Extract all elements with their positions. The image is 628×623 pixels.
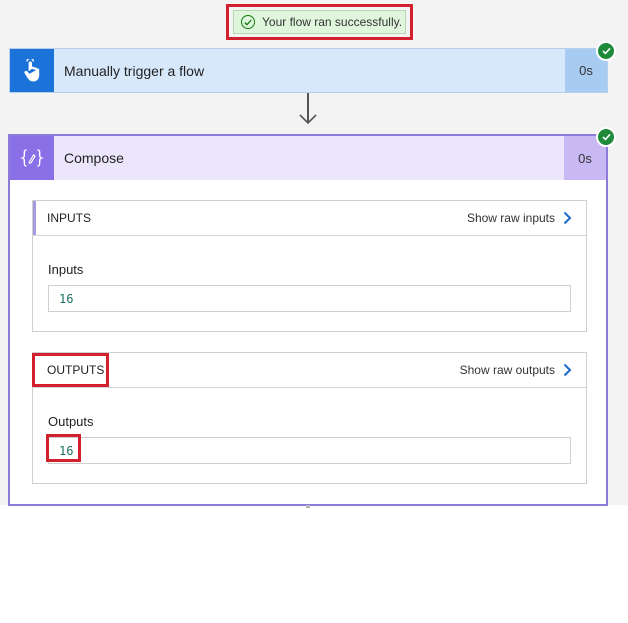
trigger-step-title: Manually trigger a flow xyxy=(64,62,205,79)
run-success-banner: Your flow ran successfully. xyxy=(233,10,406,34)
outputs-value-highlight-box xyxy=(46,434,81,462)
outputs-section: OUTPUTS Show raw outputs Outputs 16 xyxy=(32,352,587,484)
outputs-header-highlight-box xyxy=(32,353,109,387)
inputs-header-label: INPUTS xyxy=(47,211,92,225)
outputs-value-box[interactable]: 16 xyxy=(48,437,571,464)
success-circle-check-icon xyxy=(241,15,255,29)
compose-success-check-icon xyxy=(596,127,616,147)
show-raw-inputs-link[interactable]: Show raw inputs xyxy=(467,211,572,225)
compose-step-card: Compose 0s INPUTS Show raw inputs Inputs… xyxy=(8,134,608,506)
banner-message: Your flow ran successfully. xyxy=(262,15,403,29)
outputs-field-label: Outputs xyxy=(48,414,94,429)
trigger-success-check-icon xyxy=(596,41,616,61)
compose-icon-tile xyxy=(10,136,54,180)
show-raw-outputs-label: Show raw outputs xyxy=(459,363,555,377)
flow-run-canvas: Your flow ran successfully. Manually tri… xyxy=(0,0,628,623)
show-raw-outputs-link[interactable]: Show raw outputs xyxy=(460,363,572,377)
compose-step-header[interactable]: Compose 0s xyxy=(10,136,606,180)
outputs-section-header: OUTPUTS Show raw outputs xyxy=(33,353,586,388)
inputs-value: 16 xyxy=(59,291,74,306)
inputs-value-box[interactable]: 16 xyxy=(48,285,571,312)
arrow-down-icon xyxy=(299,114,317,125)
touch-hand-icon xyxy=(24,58,40,81)
inputs-field-label: Inputs xyxy=(48,262,84,277)
trigger-step-card[interactable]: Manually trigger a flow 0s xyxy=(9,48,608,93)
chevron-right-icon xyxy=(563,363,572,377)
chevron-right-icon xyxy=(563,211,572,225)
compose-step-title: Compose xyxy=(64,150,124,166)
trigger-icon-tile xyxy=(10,49,54,92)
curly-braces-icon xyxy=(20,149,44,167)
connector-stub xyxy=(306,505,310,508)
inputs-section: INPUTS Show raw inputs Inputs 16 xyxy=(32,200,587,332)
show-raw-inputs-label: Show raw inputs xyxy=(466,211,555,225)
inputs-section-header: INPUTS Show raw inputs xyxy=(33,201,586,236)
